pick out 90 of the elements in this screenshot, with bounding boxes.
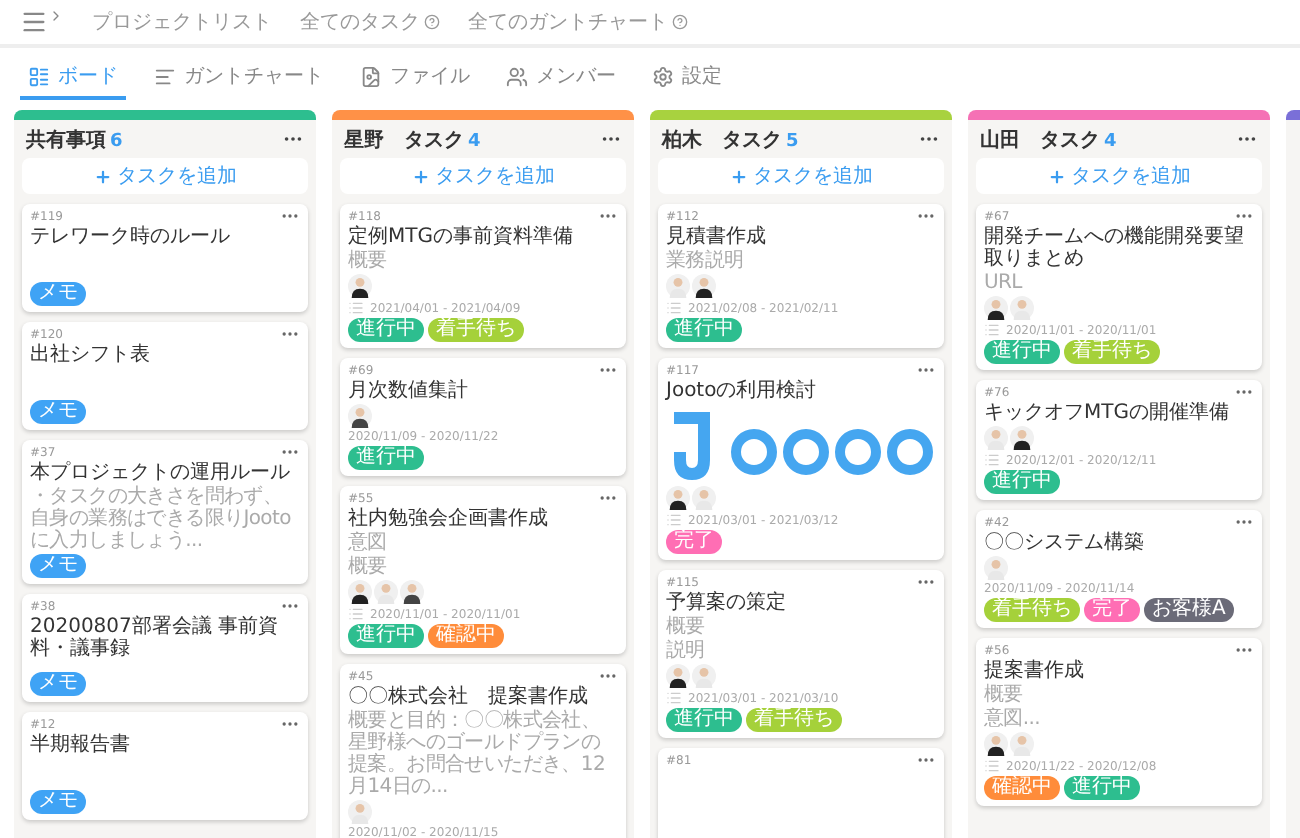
avatar-icon [348, 800, 372, 824]
status-tag: 進行中 [666, 708, 742, 732]
task-title: 20200807部署会議 事前資料・議事録 [30, 616, 281, 660]
status-tag: お客様A [1144, 598, 1234, 622]
task-description: 意図... [984, 708, 1041, 730]
status-tag: メモ [30, 400, 86, 424]
status-tag: 着手待ち [1064, 340, 1160, 364]
status-tag: 確認中 [984, 776, 1060, 800]
plus-icon [93, 167, 111, 185]
plus-icon [729, 167, 747, 185]
tab[interactable]: 設定 [644, 56, 730, 100]
avatar-icon [984, 426, 1008, 450]
task-title: 定例MTGの事前資料準備 [348, 226, 573, 248]
menu-icon[interactable] [20, 8, 64, 36]
status-tag: メモ [30, 282, 86, 306]
column-title: 山田 タスク 4 [980, 127, 1117, 153]
task-description: 概要 [984, 684, 1023, 706]
avatar-icon [1010, 426, 1034, 450]
task-description: 説明 [666, 640, 705, 662]
column-title: 共有事項 6 [26, 127, 123, 153]
status-tag: 着手待ち [746, 708, 842, 732]
status-tag: 完了 [1084, 598, 1140, 622]
task-title: Jootoの利用検討 [666, 380, 817, 402]
task-title: 開発チームへの機能開発要望取りまとめ [984, 226, 1246, 270]
avatar-icon [1010, 296, 1034, 320]
file-icon [360, 65, 382, 87]
task-title: テレワーク時のルール [30, 226, 230, 248]
avatar-icon [984, 296, 1008, 320]
status-tag: 進行中 [666, 318, 742, 342]
task-title: 出社シフト表 [30, 344, 150, 366]
task-description: 意図 [348, 532, 387, 554]
gantt-icon [154, 65, 176, 87]
status-tag: 進行中 [348, 446, 424, 470]
status-tag: 進行中 [984, 470, 1060, 494]
task-title: 予算案の策定 [666, 592, 786, 614]
task-title: 見積書作成 [666, 226, 766, 248]
task-description: 業務説明 [666, 250, 744, 272]
task-title: 社内勉強会企画書作成 [348, 508, 548, 530]
task-title: 月次数値集計 [348, 380, 468, 402]
avatar-icon [348, 580, 372, 604]
avatar-icon [666, 274, 690, 298]
avatar-icon [348, 404, 372, 428]
task-description: 概要 [348, 250, 387, 272]
task-title: 半期報告書 [30, 734, 130, 756]
status-tag: メモ [30, 554, 86, 578]
status-tag: 進行中 [348, 624, 424, 648]
status-tag: メモ [30, 672, 86, 696]
avatar-icon [692, 274, 716, 298]
avatar-icon [692, 486, 716, 510]
task-title: キックオフMTGの開催準備 [984, 402, 1229, 424]
avatar-icon [692, 664, 716, 688]
task-title: 本プロジェクトの運用ルール [30, 462, 290, 484]
task-description: URL [984, 272, 1022, 294]
status-tag: 着手待ち [984, 598, 1080, 622]
task-count: 6 [110, 131, 123, 151]
settings-icon [652, 65, 674, 87]
tab[interactable]: メンバー [498, 56, 624, 100]
avatar-icon [666, 486, 690, 510]
task-title: 〇〇株式会社 提案書作成 [348, 686, 588, 708]
status-tag: 進行中 [1064, 776, 1140, 800]
plus-icon [1047, 167, 1065, 185]
status-tag: 進行中 [348, 318, 424, 342]
status-tag: メモ [30, 790, 86, 814]
task-description: ・タスクの大きさを問わず、自身の業務はできる限りJootoに入力しましょう... [30, 486, 293, 552]
task-count: 4 [1104, 131, 1117, 151]
task-title: 〇〇システム構築 [984, 532, 1144, 554]
members-icon [506, 65, 528, 87]
avatar-icon [1010, 732, 1034, 756]
status-tag: 着手待ち [428, 318, 524, 342]
status-tag: 確認中 [428, 624, 504, 648]
task-description: 概要と目的：〇〇株式会社、星野様へのゴールドプランの提案。お問合せいただき、12月14日の... [348, 710, 608, 798]
avatar-icon [984, 556, 1008, 580]
task-description: 概要 [348, 556, 387, 578]
avatar-icon [400, 580, 424, 604]
status-tag: 完了 [666, 530, 722, 554]
task-title: 提案書作成 [984, 660, 1084, 682]
avatar-icon [666, 664, 690, 688]
board-icon [28, 65, 50, 87]
column-title: 柏木 タスク 5 [662, 127, 799, 153]
tab[interactable]: ファイル [352, 56, 478, 100]
status-tag: 進行中 [984, 340, 1060, 364]
avatar-icon [348, 274, 372, 298]
column-title: 星野 タスク 4 [344, 127, 481, 153]
tab[interactable]: ガントチャート [146, 56, 332, 100]
plus-icon [411, 167, 429, 185]
task-count: 4 [468, 131, 481, 151]
task-count: 5 [786, 131, 799, 151]
task-description: 概要 [666, 616, 705, 638]
avatar-icon [984, 732, 1008, 756]
avatar-icon [374, 580, 398, 604]
